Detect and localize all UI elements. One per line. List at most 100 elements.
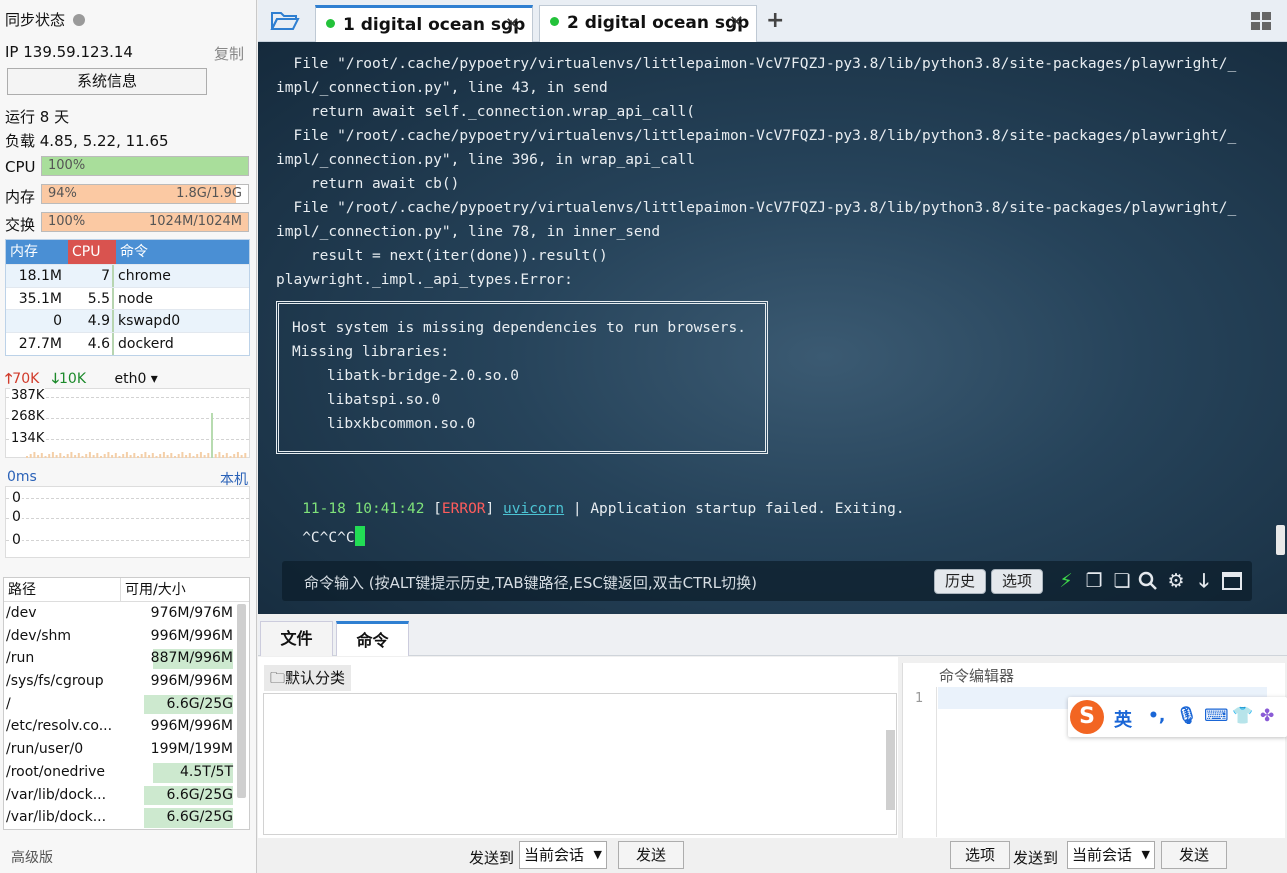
net-traffic-bar <box>174 456 176 458</box>
error-box-line: Missing libraries: <box>292 344 450 360</box>
process-mem: 18.1M <box>18 268 62 284</box>
disk-row[interactable]: / 6.6G/25G <box>4 693 249 716</box>
tab-files[interactable]: 文件 <box>260 621 333 656</box>
net-traffic-bar <box>85 454 88 458</box>
terminal-scrollbar[interactable] <box>1276 525 1285 555</box>
window-maximize-icon[interactable] <box>1220 569 1244 593</box>
tab-commands[interactable]: 命令 <box>336 621 409 656</box>
sync-status-dot-icon <box>73 14 86 26</box>
disk-size: 976M/976M <box>150 605 233 621</box>
terminal-line: impl/_connection.py", line 396, in wrap_… <box>276 152 696 168</box>
command-list[interactable] <box>263 693 897 835</box>
options-button[interactable]: 选项 <box>991 569 1043 594</box>
process-row[interactable]: 18.1M 7 chrome <box>6 264 249 287</box>
log-source-link[interactable]: uvicorn <box>503 501 564 517</box>
proc-header-cmd[interactable]: 命令 <box>116 240 249 264</box>
proc-header-cpu[interactable]: CPU <box>68 240 116 264</box>
history-button[interactable]: 历史 <box>934 569 986 594</box>
disk-row[interactable]: /var/lib/dock... 6.6G/25G <box>4 784 249 807</box>
disk-header-size[interactable]: 可用/大小 <box>121 578 249 601</box>
error-box-text: Host system is missing dependencies to r… <box>292 316 746 436</box>
net-traffic-bar <box>125 452 128 458</box>
new-tab-plus-icon[interactable]: + <box>766 8 784 33</box>
command-input-bar[interactable]: 命令输入 (按ALT键提示历史,TAB键路径,ESC键返回,双击CTRL切换) … <box>282 561 1252 601</box>
disk-row[interactable]: /sys/fs/cgroup 996M/996M <box>4 670 249 693</box>
process-mem: 27.7M <box>18 336 62 353</box>
chevron-down-icon: ▼ <box>593 848 602 861</box>
copy-icon[interactable]: ❐ <box>1082 569 1106 593</box>
disk-row[interactable]: /var/lib/dock... 6.6G/25G <box>4 806 249 829</box>
latency-tick-label: 0 <box>11 532 22 548</box>
net-traffic-bar <box>92 455 95 458</box>
process-row[interactable]: 35.1M 5.5 node <box>6 286 249 310</box>
mem-usage-text: 94% <box>48 186 77 201</box>
close-tab-icon[interactable]: ✕ <box>505 8 520 42</box>
proc-header-mem[interactable]: 内存 <box>6 240 68 264</box>
net-traffic-bar <box>199 452 202 458</box>
net-traffic-bar <box>111 455 114 458</box>
sogou-logo-icon[interactable]: S <box>1070 700 1104 734</box>
process-cmd: kswapd0 <box>118 313 181 330</box>
net-traffic-bar <box>148 455 151 458</box>
command-input[interactable]: 命令输入 (按ALT键提示历史,TAB键路径,ESC键返回,双击CTRL切换) <box>304 572 757 593</box>
sync-status[interactable]: 同步状态 <box>5 9 249 30</box>
send-to-label-left: 发送到 <box>469 849 515 867</box>
net-traffic-bar <box>159 454 162 458</box>
send-button-left[interactable]: 发送 <box>618 841 684 869</box>
ime-language-toggle[interactable]: 英 <box>1114 706 1132 732</box>
category-default[interactable]: 🗀默认分类 <box>264 665 352 691</box>
disk-header-path[interactable]: 路径 <box>4 578 121 601</box>
paste-icon[interactable]: ❏ <box>1110 569 1134 593</box>
net-traffic-bar <box>155 456 158 458</box>
arrow-down-icon[interactable]: 🡓 <box>1192 569 1216 593</box>
category-label: 默认分类 <box>285 669 346 687</box>
tab-session-2[interactable]: 2 digital ocean sgp ✕ <box>539 5 757 42</box>
editor-line-number: 1 <box>915 691 924 706</box>
net-traffic-bar <box>140 454 143 458</box>
terminal[interactable]: File "/root/.cache/pypoetry/virtualenvs/… <box>258 42 1287 614</box>
session-select-left[interactable]: 当前会话 ▼ <box>519 841 607 869</box>
copy-ip-button[interactable]: 复制 <box>214 43 244 64</box>
net-traffic-bar <box>222 455 225 458</box>
lightning-icon[interactable]: ⚡ <box>1054 569 1078 593</box>
error-box-line: libatspi.so.0 <box>292 392 441 408</box>
ime-toolbar[interactable]: S 英 •, 🎙 ⌨ 👕 ✤ <box>1068 697 1287 737</box>
disk-row[interactable]: /etc/resolv.co... 996M/996M <box>4 715 249 738</box>
ime-menu-grid-icon[interactable]: ✤ <box>1260 706 1274 726</box>
editor-options-button[interactable]: 选项 <box>950 841 1010 869</box>
disk-row[interactable]: /run/user/0 199M/199M <box>4 738 249 761</box>
gear-icon[interactable]: ⚙ <box>1164 569 1188 593</box>
net-interface-select[interactable]: eth0 ▾ <box>114 371 157 387</box>
keyboard-icon[interactable]: ⌨ <box>1204 706 1229 726</box>
mem-label: 内存 <box>5 188 36 206</box>
disk-row[interactable]: /root/onedrive 4.5T/5T <box>4 761 249 784</box>
ime-punctuation-toggle[interactable]: •, <box>1148 706 1165 726</box>
tab-session-1[interactable]: 1 digital ocean sgp ✕ <box>315 5 533 42</box>
search-icon[interactable] <box>1136 569 1160 593</box>
process-row[interactable]: 0 4.9 kswapd0 <box>6 309 249 333</box>
disk-row[interactable]: /run 887M/996M <box>4 647 249 670</box>
disk-size: 6.6G/25G <box>166 809 234 826</box>
disk-scrollbar[interactable] <box>237 604 246 798</box>
disk-size-cell: 199M/199M <box>121 738 249 761</box>
disk-size: 996M/996M <box>150 673 233 690</box>
close-tab-icon[interactable]: ✕ <box>729 6 744 40</box>
chevron-down-icon: ▼ <box>1141 848 1150 861</box>
latency-chart: 0 0 0 <box>5 486 250 558</box>
layout-grid-icon[interactable] <box>1251 12 1271 30</box>
send-button-right[interactable]: 发送 <box>1161 841 1227 869</box>
folder-open-icon[interactable] <box>270 9 300 33</box>
app-window: 同步状态 IP 139.59.123.14 复制 系统信息 运行 8 天 负载 … <box>0 0 1287 873</box>
command-list-scrollbar[interactable] <box>886 730 895 810</box>
net-traffic-bar <box>26 456 28 458</box>
process-row[interactable]: 27.7M 4.6 dockerd <box>6 332 249 355</box>
microphone-icon[interactable]: 🎙 <box>1176 706 1198 726</box>
net-traffic-bar <box>81 456 84 458</box>
editor-gutter <box>903 687 937 837</box>
system-info-button[interactable]: 系统信息 <box>7 68 207 95</box>
disk-row[interactable]: /dev/shm 996M/996M <box>4 625 249 648</box>
disk-row[interactable]: /dev 976M/976M <box>4 602 249 625</box>
skin-shirt-icon[interactable]: 👕 <box>1232 706 1253 726</box>
session-select-right[interactable]: 当前会话 ▼ <box>1067 841 1155 869</box>
command-editor[interactable]: 命令编辑器 1 <box>902 663 1285 838</box>
